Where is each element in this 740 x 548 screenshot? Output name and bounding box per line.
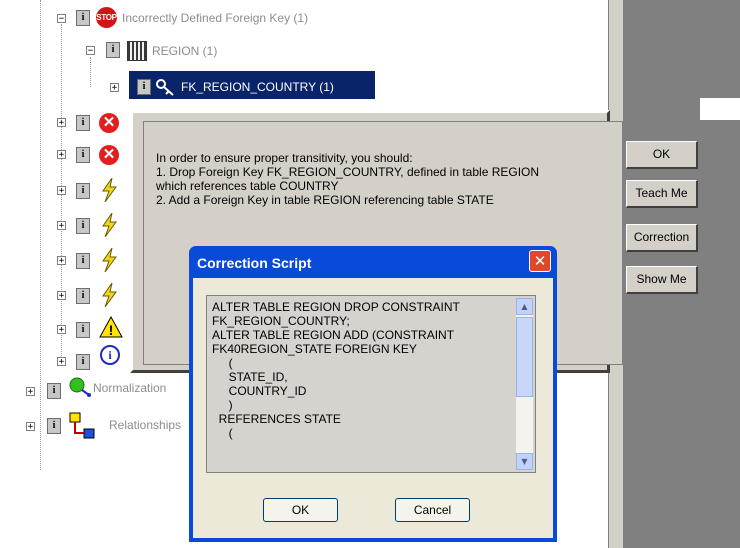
correction-script-body: ALTER TABLE REGION DROP CONSTRAINT FK_RE… — [193, 278, 553, 538]
stop-icon: STOP — [96, 7, 117, 28]
teach-me-button[interactable]: Teach Me — [626, 180, 698, 208]
lightning-icon — [102, 178, 117, 202]
expand-toggle[interactable]: + — [57, 256, 66, 266]
info-icon[interactable]: i — [76, 147, 90, 163]
expand-toggle[interactable]: + — [26, 422, 35, 432]
expand-toggle[interactable]: + — [57, 150, 66, 160]
collapse-toggle[interactable]: − — [57, 14, 66, 24]
tree-item-normalization[interactable]: Normalization — [93, 381, 166, 395]
script-text: ALTER TABLE REGION DROP CONSTRAINT FK_RE… — [212, 300, 460, 440]
tree-item-incorrect-fk[interactable]: Incorrectly Defined Foreign Key (1) — [122, 11, 308, 25]
info-icon[interactable]: i — [76, 354, 90, 370]
tree-line — [40, 0, 41, 470]
correction-script-window: Correction Script ✕ ALTER TABLE REGION D… — [189, 246, 557, 542]
info-icon[interactable]: i — [47, 383, 61, 399]
info-icon[interactable]: i — [76, 288, 90, 304]
collapse-toggle[interactable]: − — [86, 46, 95, 56]
info-icon[interactable]: i — [106, 42, 120, 58]
relationships-icon — [69, 412, 95, 439]
info-icon[interactable]: i — [76, 218, 90, 234]
error-icon: ✕ — [99, 113, 119, 133]
scroll-up-icon[interactable]: ▲ — [516, 298, 533, 315]
correction-script-title: Correction Script — [197, 255, 312, 271]
script-ok-button[interactable]: OK — [263, 498, 338, 522]
close-icon[interactable]: ✕ — [529, 250, 551, 272]
key-icon — [156, 79, 174, 96]
script-cancel-button[interactable]: Cancel — [395, 498, 470, 522]
warning-icon: ! — [99, 316, 123, 338]
expand-toggle[interactable]: + — [110, 83, 119, 93]
normalization-icon — [69, 377, 91, 397]
script-textarea[interactable]: ALTER TABLE REGION DROP CONSTRAINT FK_RE… — [206, 295, 536, 473]
advice-message: In order to ensure proper transitivity, … — [156, 151, 540, 207]
expand-toggle[interactable]: + — [57, 118, 66, 128]
expand-toggle[interactable]: + — [57, 221, 66, 231]
tree-item-fk-label[interactable]: FK_REGION_COUNTRY (1) — [181, 80, 334, 94]
scroll-down-icon[interactable]: ▼ — [516, 453, 533, 470]
table-icon — [127, 41, 147, 61]
info-icon[interactable]: i — [137, 79, 151, 95]
error-icon: ✕ — [99, 145, 119, 165]
scroll-thumb[interactable] — [516, 317, 533, 397]
tree-item-relationships[interactable]: Relationships — [109, 418, 181, 432]
expand-toggle[interactable]: + — [57, 325, 66, 335]
info-icon[interactable]: i — [76, 183, 90, 199]
tree-line — [90, 57, 91, 87]
info-icon[interactable]: i — [76, 253, 90, 269]
info-icon[interactable]: i — [76, 322, 90, 338]
expand-toggle[interactable]: + — [57, 186, 66, 196]
right-panel-strip — [700, 98, 740, 120]
script-scrollbar[interactable]: ▲ ▼ — [516, 298, 533, 470]
expand-toggle[interactable]: + — [26, 387, 35, 397]
correction-button[interactable]: Correction — [626, 224, 698, 252]
lightning-icon — [102, 213, 117, 237]
show-me-button[interactable]: Show Me — [626, 266, 698, 294]
ok-button[interactable]: OK — [626, 141, 698, 169]
note-icon: i — [100, 345, 120, 365]
expand-toggle[interactable]: + — [57, 357, 66, 367]
tree-item-region[interactable]: REGION (1) — [152, 44, 217, 58]
info-icon[interactable]: i — [76, 115, 90, 131]
lightning-icon — [102, 283, 117, 307]
info-icon[interactable]: i — [76, 10, 90, 26]
info-icon[interactable]: i — [47, 418, 61, 434]
lightning-icon — [102, 248, 117, 272]
svg-text:!: ! — [109, 322, 114, 338]
expand-toggle[interactable]: + — [57, 291, 66, 301]
